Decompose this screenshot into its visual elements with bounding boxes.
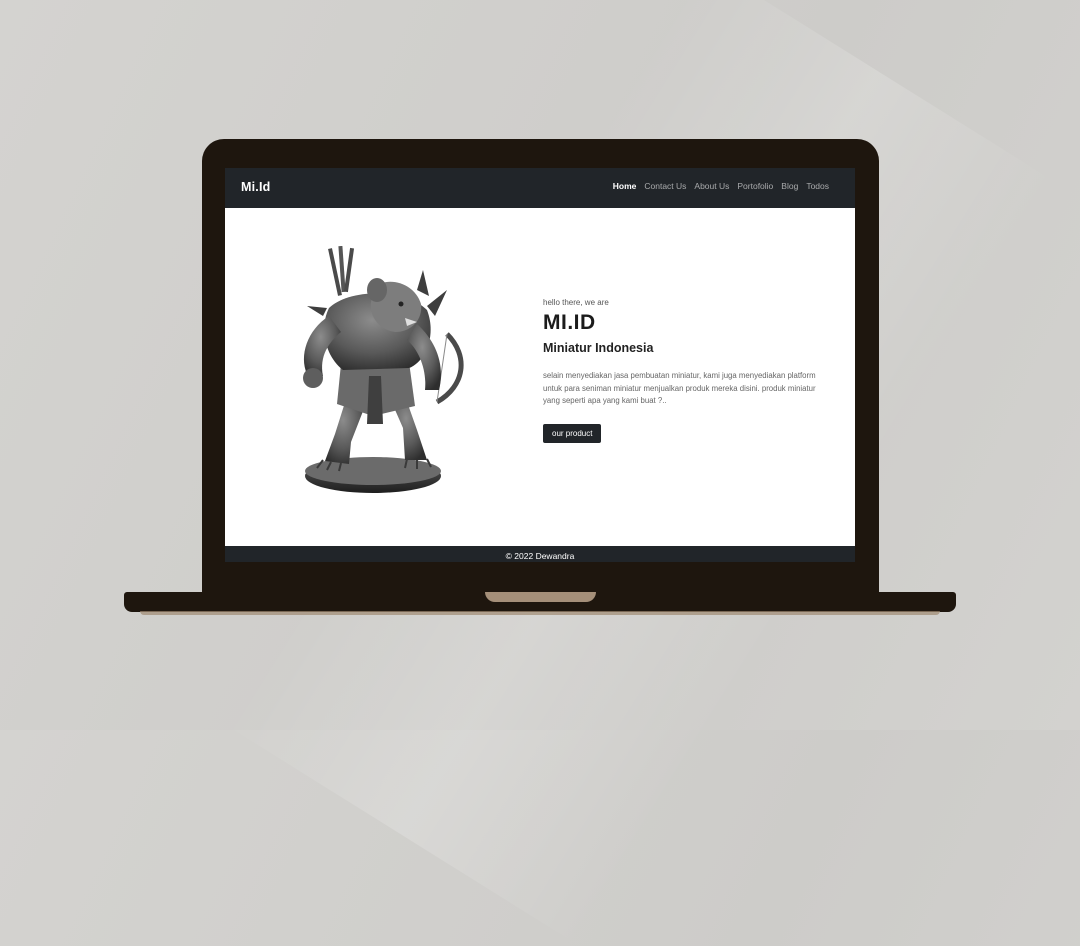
hero-title: MI.ID bbox=[543, 311, 596, 334]
our-product-button[interactable]: our product bbox=[543, 423, 602, 443]
laptop-base-shadow bbox=[140, 611, 940, 615]
nav-link-contact-us[interactable]: Contact Us bbox=[644, 181, 686, 191]
navbar: Mi.Id Home Contact Us About Us Portofoli… bbox=[225, 168, 855, 208]
laptop-screen: Mi.Id Home Contact Us About Us Portofoli… bbox=[225, 168, 855, 562]
footer: © 2022 Dewandra bbox=[225, 546, 855, 562]
nav-link-todos[interactable]: Todos bbox=[806, 181, 829, 191]
nav-link-blog[interactable]: Blog bbox=[781, 181, 798, 191]
hero-subtitle: Miniatur Indonesia bbox=[543, 341, 654, 355]
nav-links: Home Contact Us About Us Portofolio Blog… bbox=[613, 181, 829, 191]
hero-description: selain menyediakan jasa pembuatan miniat… bbox=[543, 371, 816, 405]
laptop-notch bbox=[485, 592, 596, 602]
brand-logo[interactable]: Mi.Id bbox=[241, 180, 270, 194]
nav-link-portofolio[interactable]: Portofolio bbox=[737, 181, 773, 191]
hero-greeting: hello there, we are bbox=[543, 298, 609, 307]
rat-warrior-miniature-image bbox=[303, 246, 464, 493]
nav-link-about-us[interactable]: About Us bbox=[694, 181, 729, 191]
hero-text: hello there, we are MI.ID Miniatur Indon… bbox=[543, 298, 833, 443]
nav-link-home[interactable]: Home bbox=[613, 181, 637, 191]
